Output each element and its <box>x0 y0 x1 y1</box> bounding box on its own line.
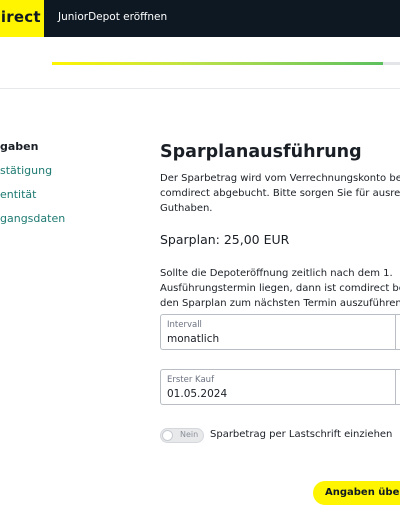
toggle-state-text: Nein <box>180 430 199 439</box>
direct-debit-label: Sparbetrag per Lastschrift einziehen <box>210 429 393 440</box>
progress-bar-fill <box>52 62 383 65</box>
intro-line: Guthaben. <box>160 203 213 214</box>
interval-select[interactable]: Intervall monatlich <box>160 314 400 350</box>
first-purchase-field[interactable]: Erster Kauf 01.05.2024 <box>160 369 400 405</box>
step-label: entität <box>0 188 37 201</box>
step-item-bestaetigung[interactable]: stätigung <box>0 164 120 177</box>
progress-bar <box>52 62 400 65</box>
step-item-zugangsdaten[interactable]: gangsdaten <box>0 212 120 225</box>
step-label: stätigung <box>0 164 53 177</box>
intro-text: Der Sparbetrag wird vom Verrechnungskont… <box>160 171 400 216</box>
step-item-angaben[interactable]: gaben <box>0 140 120 153</box>
plan-amount: Sparplan: 25,00 EUR <box>160 232 290 247</box>
dropdown-divider <box>395 315 396 349</box>
interval-label: Intervall <box>167 320 202 330</box>
direct-debit-row: Nein Sparbetrag per Lastschrift einziehe… <box>160 427 400 443</box>
info-line: Ausführungstermin liegen, dann ist comdi… <box>160 283 400 294</box>
review-details-button[interactable]: Angaben überprü <box>313 481 400 505</box>
logo-text: direct <box>0 8 41 26</box>
interval-value: monatlich <box>167 333 220 345</box>
info-line: den Sparplan zum nächsten Termin auszufü… <box>160 298 400 309</box>
dropdown-divider <box>395 370 396 404</box>
step-label: gangsdaten <box>0 212 66 225</box>
comdirect-logo[interactable]: direct <box>0 0 44 37</box>
intro-line: comdirect abgebucht. Bitte sorgen Sie fü… <box>160 188 400 199</box>
first-purchase-value: 01.05.2024 <box>167 388 228 400</box>
page-title: Sparplanausführung <box>160 142 362 162</box>
step-label: gaben <box>0 140 39 153</box>
toggle-knob <box>162 430 173 441</box>
info-text: Sollte die Depoteröffnung zeitlich nach … <box>160 266 400 311</box>
first-purchase-label: Erster Kauf <box>167 375 215 385</box>
info-line: Sollte die Depoteröffnung zeitlich nach … <box>160 268 393 279</box>
top-bar: direct JuniorDepot eröffnen <box>0 0 400 37</box>
direct-debit-toggle[interactable]: Nein <box>160 428 204 443</box>
review-details-label: Angaben überprü <box>325 487 400 498</box>
step-item-identitaet[interactable]: entität <box>0 188 120 201</box>
intro-line: Der Sparbetrag wird vom Verrechnungskont… <box>160 173 400 184</box>
app-title: JuniorDepot eröffnen <box>58 11 168 23</box>
